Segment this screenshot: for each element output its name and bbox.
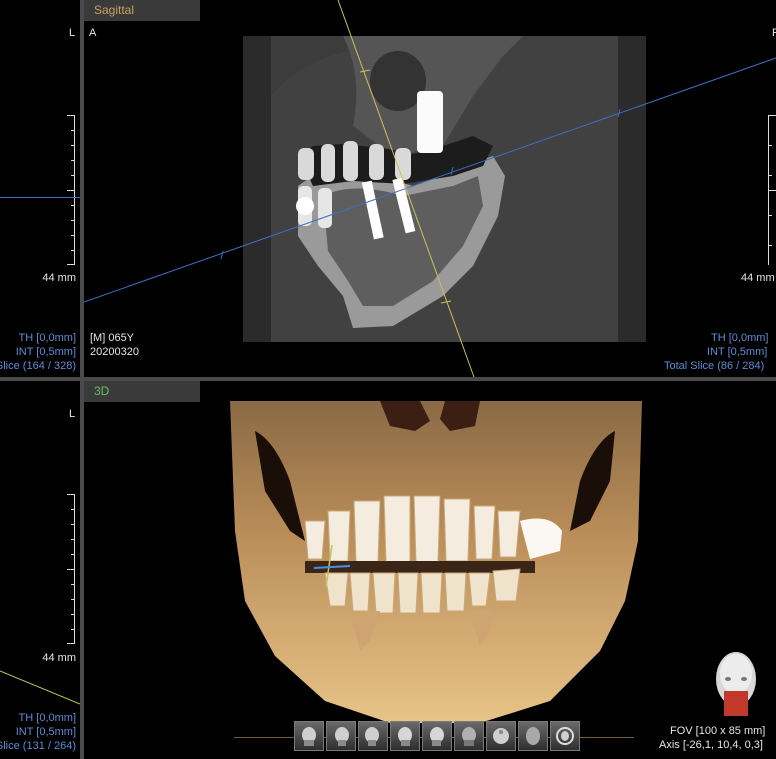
sagittal-viewport[interactable]: Sagittal A P 44 mm [M] 065Y 20200320 TH …	[84, 0, 776, 377]
thickness-label: TH [0,0mm]	[18, 712, 76, 724]
head-back-icon	[462, 727, 476, 746]
scale-label: 44 mm	[741, 272, 775, 284]
axis-line-yellow[interactable]	[0, 666, 80, 706]
thickness-label: TH [0,0mm]	[18, 332, 76, 344]
orientation-marker: L	[69, 27, 76, 39]
orientation-head-icon[interactable]	[711, 649, 761, 719]
slice-counter: Total Slice (131 / 264)	[0, 740, 76, 752]
interval-label: INT [0,5mm]	[707, 346, 768, 358]
axis-label: Axis [-26,1, 10,4, 0,3]	[659, 739, 763, 751]
head-top-icon	[493, 728, 509, 744]
scale-label: 44 mm	[42, 652, 76, 664]
thickness-label: TH [0,0mm]	[711, 332, 769, 344]
view-left-button[interactable]	[326, 721, 356, 751]
head-right-icon	[365, 727, 379, 746]
3d-reference-marker[interactable]	[312, 541, 352, 591]
fov-label: FOV [100 x 85 mm]	[670, 725, 766, 737]
scale-ruler	[768, 115, 776, 265]
slice-counter: Total Slice (86 / 284)	[664, 360, 765, 372]
scale-ruler	[67, 115, 75, 265]
patient-info: [M] 065Y	[90, 332, 135, 344]
view-back-button[interactable]	[454, 721, 484, 751]
head-left-icon	[335, 727, 349, 746]
scale-label: 44 mm	[42, 272, 76, 284]
view-label-3d[interactable]: 3D	[84, 381, 200, 402]
rotate-icon	[556, 727, 574, 745]
view-bottom-button[interactable]	[518, 721, 548, 751]
view-oblique-right-button[interactable]	[422, 721, 452, 751]
scale-ruler	[67, 494, 75, 644]
interval-label: INT [0,5mm]	[15, 726, 76, 738]
study-date: 20200320	[90, 346, 139, 358]
left-bottom-viewport[interactable]: L 44 mm TH [0,0mm] INT [0,5mm] Total Sli…	[0, 381, 80, 759]
view-front-button[interactable]	[294, 721, 324, 751]
view-toolbar	[294, 721, 580, 751]
3d-viewport[interactable]: 3D FOV [100 x 85 mm] Axis [-26,1, 10,4, …	[84, 381, 776, 759]
head-front-icon	[302, 727, 316, 746]
head-bottom-icon	[526, 727, 540, 745]
interval-label: INT [0,5mm]	[15, 346, 76, 358]
3d-volume-rendering[interactable]	[230, 401, 642, 729]
view-rotate-button[interactable]	[550, 721, 580, 751]
left-top-viewport[interactable]: L 44 mm TH [0,0mm] INT [0,5mm] Total Sli…	[0, 0, 80, 377]
view-oblique-left-button[interactable]	[390, 721, 420, 751]
head-oblique-left-icon	[398, 727, 412, 746]
sagittal-reference-lines[interactable]	[84, 0, 776, 377]
view-right-button[interactable]	[358, 721, 388, 751]
head-oblique-right-icon	[430, 727, 444, 746]
axis-line-blue[interactable]	[0, 197, 80, 198]
view-top-button[interactable]	[486, 721, 516, 751]
orientation-marker: L	[69, 408, 76, 420]
slice-counter: Total Slice (164 / 328)	[0, 360, 76, 372]
